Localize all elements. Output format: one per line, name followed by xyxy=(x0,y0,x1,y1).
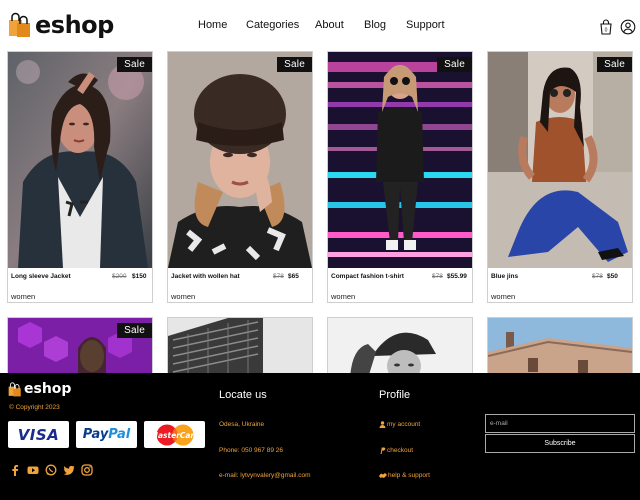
brand-name: eshop xyxy=(35,11,114,39)
instagram-icon[interactable] xyxy=(81,464,93,476)
old-price: $78 xyxy=(273,273,284,280)
shopping-bag-icon xyxy=(8,381,21,396)
old-price: $78 xyxy=(432,273,443,280)
price: $65 xyxy=(288,273,299,280)
header-actions: 0 xyxy=(598,19,640,35)
paypal-label-pay: Pay xyxy=(82,427,109,442)
nav-about[interactable]: About xyxy=(315,19,364,31)
youtube-icon[interactable] xyxy=(27,464,39,476)
main-nav: Home Categories About Blog Support xyxy=(198,19,445,31)
mastercard-icon: MasterCard xyxy=(150,424,200,445)
brand-logo[interactable]: eshop xyxy=(8,12,114,38)
paypal-logo: Pay Pal xyxy=(76,421,137,448)
address: Odesa, Ukraine xyxy=(219,421,265,428)
my-account-label: my account xyxy=(387,421,421,428)
product-image[interactable] xyxy=(328,318,472,377)
visa-label: VISA xyxy=(17,425,60,444)
paypal-label-pal: Pal xyxy=(108,427,131,442)
email-address[interactable]: e-mail: lytvynvalery@gmail.com xyxy=(219,472,310,479)
twitter-icon[interactable] xyxy=(63,464,75,476)
product-image[interactable] xyxy=(168,52,312,268)
handshake-icon xyxy=(379,473,387,478)
help-support-link[interactable]: help & support xyxy=(379,472,430,479)
product-category: women xyxy=(491,292,516,301)
social-links xyxy=(9,464,99,476)
site-header: eshop Home Categories About Blog Support… xyxy=(0,0,640,52)
subscribe-button[interactable]: Subscribe xyxy=(485,434,635,453)
phone[interactable]: Phone: 050 967 89 26 xyxy=(219,447,283,454)
product-name[interactable]: Jacket with wollen hat xyxy=(171,273,240,280)
price: $50 xyxy=(607,273,618,280)
footer-brand-name: eshop xyxy=(24,381,72,397)
product-name[interactable]: Blue jins xyxy=(491,273,518,280)
mastercard-label: MasterCard xyxy=(150,430,200,439)
product-image[interactable] xyxy=(168,318,312,377)
sale-badge: Sale xyxy=(437,57,472,72)
product-card[interactable] xyxy=(327,317,473,377)
product-name[interactable]: Long sleeve Jacket xyxy=(11,273,71,280)
product-card[interactable]: Sale Long sleeve Jacket $200 $150 women xyxy=(7,51,153,303)
mastercard-logo: MasterCard xyxy=(144,421,205,448)
product-image[interactable] xyxy=(488,318,632,377)
product-card[interactable]: Sale Blue jins $78 $50 women xyxy=(487,51,633,303)
checkout-link[interactable]: checkout xyxy=(379,447,413,454)
product-card[interactable]: Sale Jacket with wollen hat $78 $65 wome… xyxy=(167,51,313,303)
shopping-bag-icon xyxy=(9,12,30,37)
newsletter-email-input[interactable] xyxy=(485,414,635,433)
cart-count: 0 xyxy=(605,28,608,34)
help-support-label: help & support xyxy=(388,472,430,479)
product-category: women xyxy=(11,292,36,301)
nav-support[interactable]: Support xyxy=(406,19,445,31)
product-image[interactable] xyxy=(488,52,632,268)
profile-title: Profile xyxy=(379,389,411,401)
product-category: women xyxy=(331,292,356,301)
visa-logo: VISA xyxy=(8,421,69,448)
product-image[interactable] xyxy=(328,52,472,268)
old-price: $200 xyxy=(112,273,127,280)
price: $150 xyxy=(132,273,147,280)
nav-categories[interactable]: Categories xyxy=(246,19,315,31)
cart-icon[interactable]: 0 xyxy=(598,19,614,35)
sale-badge: Sale xyxy=(277,57,312,72)
copyright: © Copyright 2023 xyxy=(9,404,60,411)
user-icon[interactable] xyxy=(620,19,636,35)
product-category: women xyxy=(171,292,196,301)
product-card[interactable]: Sale Compact fashion t-shirt $78 $55.99 … xyxy=(327,51,473,303)
user-icon xyxy=(379,421,386,428)
my-account-link[interactable]: my account xyxy=(379,421,420,428)
sale-badge: Sale xyxy=(117,323,152,338)
nav-blog[interactable]: Blog xyxy=(364,19,406,31)
paypal-icon xyxy=(380,447,386,454)
price: $55.99 xyxy=(447,273,467,280)
sale-badge: Sale xyxy=(117,57,152,72)
product-name[interactable]: Compact fashion t-shirt xyxy=(331,273,404,280)
site-footer: eshop © Copyright 2023 VISA Pay Pal Maste… xyxy=(0,373,640,500)
product-card[interactable] xyxy=(487,317,633,377)
product-card[interactable] xyxy=(167,317,313,377)
locate-title: Locate us xyxy=(219,389,267,401)
nav-home[interactable]: Home xyxy=(198,19,246,31)
product-card[interactable]: Sale xyxy=(7,317,153,377)
old-price: $78 xyxy=(592,273,603,280)
checkout-label: checkout xyxy=(387,447,414,454)
footer-brand-logo[interactable]: eshop xyxy=(8,381,71,397)
whatsapp-icon[interactable] xyxy=(45,464,57,476)
sale-badge: Sale xyxy=(597,57,632,72)
product-image[interactable] xyxy=(8,52,152,268)
facebook-icon[interactable] xyxy=(9,464,21,476)
